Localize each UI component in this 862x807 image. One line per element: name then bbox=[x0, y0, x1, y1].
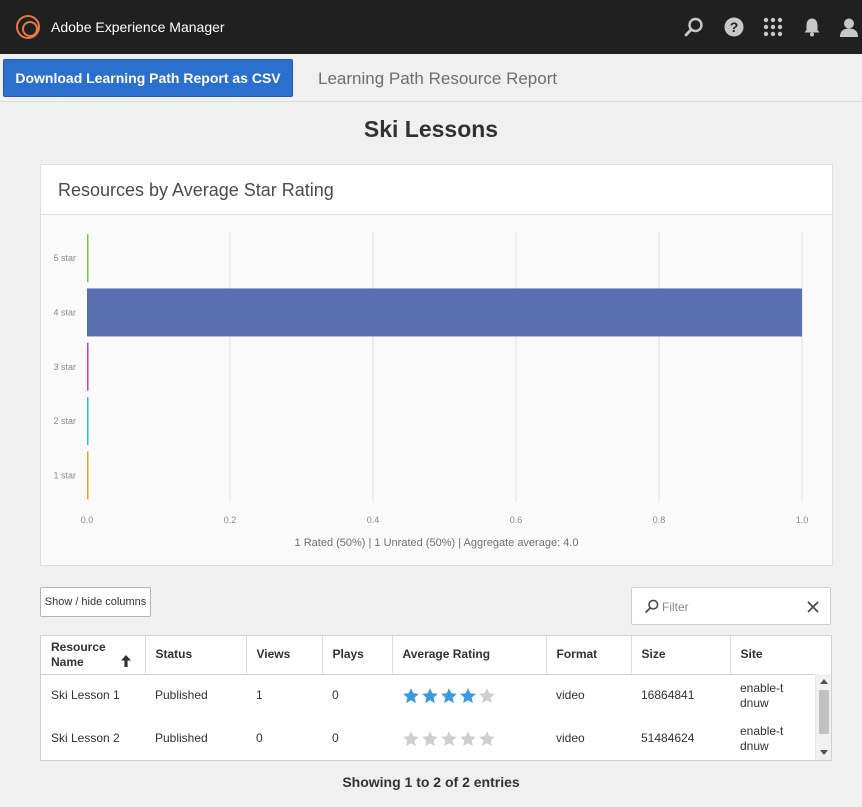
bar bbox=[87, 397, 89, 446]
user-profile-icon[interactable] bbox=[839, 17, 859, 37]
column-header-status[interactable]: Status bbox=[145, 636, 247, 675]
filter-input[interactable] bbox=[662, 596, 802, 618]
cell-size: 51484624 bbox=[641, 731, 695, 745]
y-category-label: 2 star bbox=[53, 416, 76, 426]
cell-site: enable-tdnuw bbox=[730, 674, 814, 717]
filter-search-icon bbox=[645, 599, 659, 613]
star-rating bbox=[402, 687, 536, 705]
star-rating-chart: 0.0 0.2 0.4 0.6 0.8 1.0 5 star 4 star 3 star 2 st… bbox=[53, 231, 809, 525]
cell-average-rating bbox=[392, 717, 546, 760]
column-header-average-rating[interactable]: Average Rating bbox=[392, 636, 547, 675]
chart-card-header: Resources by Average Star Rating bbox=[41, 165, 832, 215]
chart-title: Resources by Average Star Rating bbox=[58, 180, 334, 200]
table-header-row: Resource Name Status Views Plays Average… bbox=[41, 636, 814, 675]
column-header-plays[interactable]: Plays bbox=[322, 636, 393, 675]
star-filled-icon bbox=[460, 687, 476, 703]
y-category-label: 1 star bbox=[53, 470, 76, 480]
column-header-site[interactable]: Site bbox=[730, 636, 814, 675]
y-category-label: 4 star bbox=[53, 307, 76, 317]
page-heading: Ski Lessons bbox=[363, 116, 499, 142]
star-empty-icon bbox=[479, 687, 495, 703]
resources-table: Resource Name Status Views Plays Average… bbox=[41, 636, 814, 760]
action-bar: Download Learning Path Report as CSV Lea… bbox=[0, 54, 862, 102]
cell-site: enable-tdnuw bbox=[730, 717, 814, 760]
scrollbar-thumb[interactable] bbox=[819, 690, 829, 734]
filter-box bbox=[631, 587, 831, 625]
column-header-views[interactable]: Views bbox=[246, 636, 323, 675]
table-row[interactable]: Ski Lesson 2 Published 0 0 video 5148462… bbox=[41, 717, 814, 760]
x-tick-label: 1.0 bbox=[796, 515, 809, 525]
apps-grid-icon[interactable] bbox=[763, 17, 783, 37]
y-category-label: 5 star bbox=[53, 253, 76, 263]
entries-info: Showing 1 to 2 of 2 entries bbox=[342, 774, 520, 790]
cell-format: video bbox=[556, 688, 585, 703]
cell-plays: 0 bbox=[332, 688, 339, 703]
bar bbox=[87, 234, 89, 283]
resources-table-container: Resource Name Status Views Plays Average… bbox=[40, 635, 832, 761]
cell-views: 0 bbox=[256, 731, 263, 745]
search-icon[interactable] bbox=[684, 17, 704, 37]
bar bbox=[87, 451, 89, 500]
scroll-up-arrow-icon[interactable] bbox=[820, 678, 828, 686]
star-empty-icon bbox=[460, 730, 476, 746]
site-label: enable-tdnuw bbox=[740, 680, 784, 710]
download-csv-button[interactable]: Download Learning Path Report as CSV bbox=[3, 59, 293, 97]
star-rating bbox=[402, 730, 536, 748]
x-tick-label: 0.2 bbox=[224, 515, 237, 525]
x-tick-label: 0.8 bbox=[653, 515, 666, 525]
star-filled-icon bbox=[441, 687, 457, 703]
table-scrollbar[interactable] bbox=[815, 674, 831, 760]
cell-resource-name[interactable]: Ski Lesson 1 bbox=[41, 674, 145, 717]
bar bbox=[87, 342, 89, 391]
clear-filter-icon[interactable] bbox=[805, 599, 821, 615]
site-label: enable-tdnuw bbox=[740, 723, 784, 753]
star-empty-icon bbox=[441, 730, 457, 746]
star-filled-icon bbox=[403, 687, 419, 703]
column-header-size[interactable]: Size bbox=[631, 636, 731, 675]
show-hide-columns-button[interactable]: Show / hide columns bbox=[40, 587, 151, 617]
help-icon[interactable]: ? bbox=[724, 17, 744, 37]
cell-size: 16864841 bbox=[641, 688, 695, 703]
star-filled-icon bbox=[422, 687, 438, 703]
svg-text:?: ? bbox=[730, 19, 739, 35]
cell-resource-name[interactable]: Ski Lesson 2 bbox=[41, 717, 145, 760]
scroll-down-arrow-icon[interactable] bbox=[820, 748, 828, 756]
cell-average-rating bbox=[392, 674, 546, 717]
x-tick-label: 0.0 bbox=[81, 515, 94, 525]
table-row[interactable]: Ski Lesson 1 Published 1 0 video 1686484… bbox=[41, 674, 814, 717]
star-empty-icon bbox=[479, 730, 495, 746]
chart-summary: 1 Rated (50%) | 1 Unrated (50%) | Aggreg… bbox=[294, 537, 579, 549]
report-title: Learning Path Resource Report bbox=[318, 69, 558, 88]
x-tick-label: 0.6 bbox=[510, 515, 523, 525]
cell-status: Published bbox=[155, 731, 208, 745]
x-tick-label: 0.4 bbox=[367, 515, 380, 525]
column-header-resource-name[interactable]: Resource Name bbox=[41, 636, 146, 675]
chart-card: Resources by Average Star Rating 0.0 0.2 0… bbox=[40, 164, 833, 566]
top-bar: Adobe Experience Manager ? bbox=[0, 0, 862, 54]
cell-views: 1 bbox=[256, 688, 263, 703]
cell-format: video bbox=[556, 731, 585, 745]
cell-plays: 0 bbox=[332, 731, 339, 745]
aem-logo-icon[interactable] bbox=[16, 15, 40, 39]
star-empty-icon bbox=[403, 730, 419, 746]
sort-ascending-icon[interactable] bbox=[120, 655, 131, 667]
cell-status: Published bbox=[155, 688, 208, 703]
y-category-label: 3 star bbox=[53, 362, 76, 372]
app-title[interactable]: Adobe Experience Manager bbox=[51, 19, 225, 35]
column-header-format[interactable]: Format bbox=[546, 636, 632, 675]
column-header-label: Resource Name bbox=[51, 639, 106, 669]
notifications-bell-icon[interactable] bbox=[802, 17, 822, 37]
bar bbox=[87, 288, 802, 337]
star-empty-icon bbox=[422, 730, 438, 746]
